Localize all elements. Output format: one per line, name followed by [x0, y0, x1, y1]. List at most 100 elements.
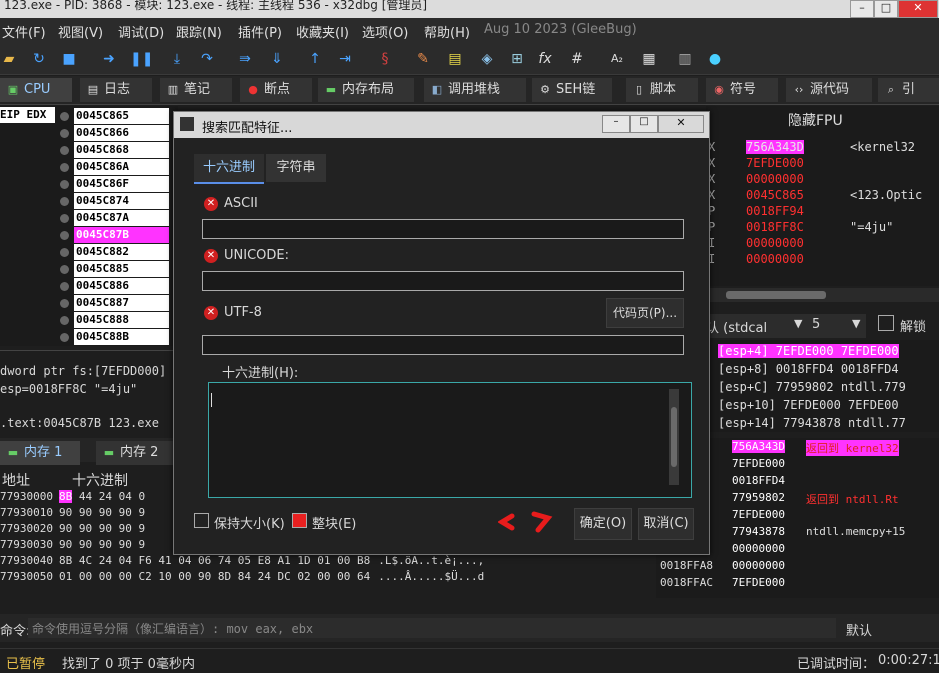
stack-value[interactable]: 77959802	[732, 491, 785, 504]
stack-arg-row[interactable]: [esp+8] 0018FFD4 0018FFD4	[718, 362, 899, 376]
disasm-address[interactable]: 0045C886	[74, 278, 169, 294]
tab-notes[interactable]: ▥ 笔记	[160, 78, 232, 102]
patch-icon[interactable]: ✎	[414, 50, 432, 68]
globe-icon[interactable]: ●	[706, 50, 724, 68]
dump-row[interactable]: 77930000 8B 44 24 04 0	[0, 490, 153, 503]
register-value[interactable]: 0018FF8C	[746, 220, 804, 234]
maximize-button[interactable]: □	[874, 0, 898, 18]
minimize-button[interactable]: –	[850, 0, 874, 18]
tab-references[interactable]: ⌕ 引	[878, 78, 939, 102]
script-icon[interactable]: §	[376, 50, 394, 68]
command-input[interactable]: 命令使用逗号分隔（像汇编语言）: mov eax, ebx	[28, 618, 836, 638]
keep-size-checkbox[interactable]	[194, 513, 209, 528]
register-value[interactable]: 00000000	[746, 252, 804, 266]
unicode-field[interactable]	[202, 271, 684, 291]
dump-row[interactable]: 77930030 90 90 90 90 9	[0, 538, 153, 551]
step-over-icon[interactable]: ↷	[198, 50, 216, 68]
stack-value[interactable]: 7EFDE000	[732, 457, 785, 470]
menu-plugins[interactable]: 插件(P)	[238, 22, 282, 41]
tab-source[interactable]: ‹› 源代码	[786, 78, 872, 102]
close-button[interactable]: ✕	[898, 0, 938, 18]
hash-icon[interactable]: #	[568, 50, 586, 68]
disasm-address[interactable]: 0045C86F	[74, 176, 169, 192]
utf8-field[interactable]	[202, 335, 684, 355]
stack-arg-row[interactable]: [esp+14] 77943878 ntdll.77	[718, 416, 906, 430]
breakpoint-toggle[interactable]	[60, 265, 69, 274]
disasm-address[interactable]: 0045C874	[74, 193, 169, 209]
restart-icon[interactable]: ↻	[30, 50, 48, 68]
disasm-address[interactable]: 0045C887	[74, 295, 169, 311]
breakpoint-toggle[interactable]	[60, 163, 69, 172]
stop-icon[interactable]: ■	[60, 50, 78, 68]
font-size-icon[interactable]: A₂	[608, 50, 626, 68]
breakpoint-toggle[interactable]	[60, 282, 69, 291]
disasm-address[interactable]: 0045C88B	[74, 329, 169, 345]
menu-trace[interactable]: 跟踪(N)	[176, 22, 222, 41]
trace-into-icon[interactable]: ⇛	[236, 50, 254, 68]
breakpoint-toggle[interactable]	[60, 333, 69, 342]
tab-string[interactable]: 字符串	[266, 154, 326, 182]
menu-help[interactable]: 帮助(H)	[424, 22, 470, 41]
stack-value[interactable]: 756A343D	[732, 440, 785, 453]
stack-value[interactable]: 7EFDE000	[732, 508, 785, 521]
bookmark-icon[interactable]: ⊞	[508, 50, 526, 68]
hex-input[interactable]	[208, 382, 692, 498]
register-value[interactable]: 7EFDE000	[746, 156, 804, 170]
stack-value[interactable]: 00000000	[732, 559, 785, 572]
register-value[interactable]: 00000000	[746, 172, 804, 186]
stack-value[interactable]: 7EFDE000	[732, 576, 785, 589]
breakpoint-toggle[interactable]	[60, 146, 69, 155]
hex-scrollbar[interactable]	[669, 389, 679, 485]
cancel-button[interactable]: 取消(C)	[638, 508, 694, 540]
run-to-user-code-icon[interactable]: ⇥	[336, 50, 354, 68]
menu-view[interactable]: 视图(V)	[58, 22, 103, 41]
breakpoint-toggle[interactable]	[60, 231, 69, 240]
disasm-address[interactable]: 0045C885	[74, 261, 169, 277]
codepage-button[interactable]: 代码页(P)...	[606, 298, 684, 328]
tab-memory-map[interactable]: ▬ 内存布局	[318, 78, 414, 102]
run-icon[interactable]: ➜	[100, 50, 118, 68]
step-into-icon[interactable]: ⤓	[168, 50, 186, 68]
dialog-minimize-button[interactable]: –	[602, 115, 630, 133]
breakpoint-toggle[interactable]	[60, 299, 69, 308]
menu-file[interactable]: 文件(F)	[2, 22, 46, 41]
command-mode-select[interactable]: 默认	[846, 620, 872, 639]
register-value[interactable]: 0018FF94	[746, 204, 804, 218]
breakpoint-toggle[interactable]	[60, 112, 69, 121]
function-icon[interactable]: fx	[536, 50, 554, 68]
breakpoint-toggle[interactable]	[60, 214, 69, 223]
disk-icon[interactable]: ▦	[640, 50, 658, 68]
trace-over-icon[interactable]: ⇓	[268, 50, 286, 68]
breakpoint-toggle[interactable]	[60, 180, 69, 189]
tab-dump-1[interactable]: ▬ 内存 1	[0, 441, 80, 465]
dialog-maximize-button[interactable]: □	[630, 115, 658, 133]
disasm-address[interactable]: 0045C865	[74, 108, 169, 124]
tab-cpu[interactable]: ▣ CPU	[0, 78, 72, 102]
label-icon[interactable]: ◈	[478, 50, 496, 68]
stack-value[interactable]: 00000000	[732, 542, 785, 555]
unlock-checkbox[interactable]	[878, 315, 894, 331]
dump-row[interactable]: 77930020 90 90 90 90 9	[0, 522, 153, 535]
execute-till-return-icon[interactable]: ↑	[306, 50, 324, 68]
breakpoint-toggle[interactable]	[60, 248, 69, 257]
disasm-address[interactable]: 0045C866	[74, 125, 169, 141]
stack-arg-row[interactable]: [esp+C] 77959802 ntdll.779	[718, 380, 906, 394]
calculator-icon[interactable]: ▥	[676, 50, 694, 68]
tab-hex[interactable]: 十六进制	[194, 154, 264, 184]
callconv-select[interactable]: 认 (stdcal ▼ 5 ▼	[706, 314, 866, 338]
stack-arg-row[interactable]: [esp+4] 7EFDE000 7EFDE000	[718, 344, 899, 358]
registers-scrollbar[interactable]	[706, 288, 939, 302]
register-value[interactable]: 756A343D	[746, 140, 804, 154]
disasm-address[interactable]: 0045C882	[74, 244, 169, 260]
disasm-address[interactable]: 0045C868	[74, 142, 169, 158]
tab-log[interactable]: ▤ 日志	[80, 78, 152, 102]
menu-favourites[interactable]: 收藏夹(I)	[296, 22, 349, 41]
whole-block-checkbox[interactable]	[292, 513, 307, 528]
dialog-close-button[interactable]: ✕	[658, 115, 704, 133]
dump-row[interactable]: 77930050 01 00 00 00 C2 10 00 90 8D 84 24…	[0, 570, 484, 583]
breakpoint-toggle[interactable]	[60, 129, 69, 138]
dump-row[interactable]: 77930010 90 90 90 90 9	[0, 506, 153, 519]
stack-value[interactable]: 0018FFD4	[732, 474, 785, 487]
disasm-address[interactable]: 0045C888	[74, 312, 169, 328]
ok-button[interactable]: 确定(O)	[574, 508, 632, 540]
